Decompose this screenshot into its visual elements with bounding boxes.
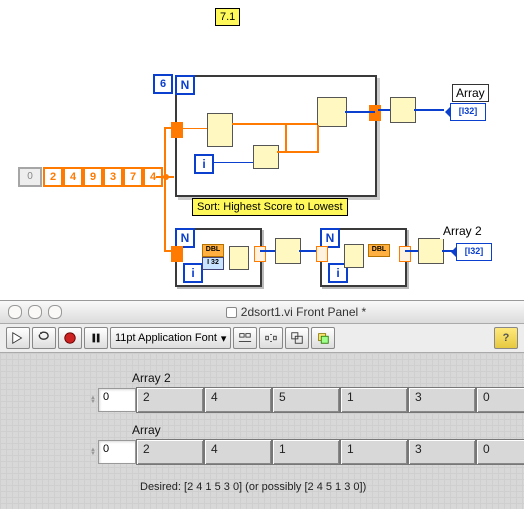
array2-index-input[interactable]: 0 [98,388,136,412]
array2-cell-5[interactable]: 0 [476,387,524,413]
array2-indicator-terminal: [I32] [456,243,492,261]
n-terminal-3: N [320,228,340,248]
convert-node [418,238,444,264]
run-continuous-icon [37,331,51,345]
array-label: Array [130,423,524,437]
i-terminal-2: i [183,263,203,283]
tunnel-l2-out [399,246,411,262]
reorder-icon [316,331,330,345]
array-control[interactable]: Array ▲▼ 0 2 4 1 1 3 0 [90,423,524,465]
toolbar: 11pt Application Font ▾ ? [0,324,524,353]
window-titlebar: 2dsort1.vi Front Panel * [0,301,524,324]
resize-icon [290,331,304,345]
run-button[interactable] [6,327,30,349]
reorder-button[interactable] [311,327,335,349]
abort-icon [63,331,77,345]
tunnel-l2 [316,246,328,262]
array-index-stepper[interactable]: ▲▼ [90,448,96,456]
version-label: 7.1 [215,8,240,26]
vi-dirty-icon [226,307,237,318]
desired-output-label: Desired: [2 4 1 5 3 0] (or possibly [2 4… [140,481,366,493]
array2-control[interactable]: Array 2 ▲▼ 0 2 4 5 1 3 0 0 [90,371,524,413]
n-terminal: N [175,75,195,95]
array-cell-5[interactable]: 0 [476,439,524,465]
build-array-node [253,145,279,169]
pause-button[interactable] [84,327,108,349]
run-continuous-button[interactable] [32,327,56,349]
i-terminal: i [194,154,214,174]
distribute-icon [264,331,278,345]
unbundle-node [344,244,364,268]
array-indicator-label: Array [452,84,489,102]
sort-1d-array-node [390,97,416,123]
dbl-cast-icon-2: DBL [368,244,390,257]
bundle-node-2 [229,246,249,270]
front-panel-window: 2dsort1.vi Front Panel * 11pt Applicatio… [0,300,524,508]
n-terminal-2: N [175,228,195,248]
sort-label: Sort: Highest Score to Lowest [192,198,348,216]
resize-objects-button[interactable] [285,327,309,349]
auto-index-tunnel-out [369,105,381,121]
help-button[interactable]: ? [494,327,518,349]
cluster-node [317,97,347,127]
abort-button[interactable] [58,327,82,349]
window-title: 2dsort1.vi Front Panel * [68,305,524,319]
window-zoom-button[interactable] [48,305,62,319]
array2-indicator-label: Array 2 [440,223,485,239]
tunnel-l1 [171,246,183,262]
front-panel-area: Array 2 ▲▼ 0 2 4 5 1 3 0 0 Array ▲▼ 0 2 … [0,353,524,509]
run-arrow-icon [11,331,25,345]
constant-array: 0 2 4 9 3 7 4 [18,167,163,187]
array2-index-stepper[interactable]: ▲▼ [90,396,96,404]
font-selector[interactable]: 11pt Application Font ▾ [110,327,231,349]
auto-index-tunnel-in [171,122,183,138]
window-close-button[interactable] [8,305,22,319]
const-cell-2: 9 [83,167,103,187]
array-cell-2[interactable]: 1 [272,439,340,465]
for-loop-main: N i [175,75,377,197]
pause-icon [89,331,103,345]
window-minimize-button[interactable] [28,305,42,319]
i32-cast-icon: I 32 [202,257,224,270]
array2-cell-4[interactable]: 3 [408,387,476,413]
array-cell-1[interactable]: 4 [204,439,272,465]
for-loop-left: N i DBL I 32 [175,228,262,287]
array-cell-0[interactable]: 2 [136,439,204,465]
const-cell-4: 7 [123,167,143,187]
numeric-constant-6: 6 [153,74,173,94]
array-cell-4[interactable]: 3 [408,439,476,465]
array-indicator-terminal: [I32] [450,103,486,121]
array2-label: Array 2 [130,371,524,385]
array2-cell-3[interactable]: 1 [340,387,408,413]
array2-cell-1[interactable]: 4 [204,387,272,413]
dbl-cast-icon: DBL [202,244,224,257]
array2-cell-2[interactable]: 5 [272,387,340,413]
distribute-objects-button[interactable] [259,327,283,349]
array2-cell-0[interactable]: 2 [136,387,204,413]
array-index-input[interactable]: 0 [98,440,136,464]
bundle-node [207,113,233,147]
constant-array-index: 0 [18,167,42,187]
align-objects-button[interactable] [233,327,257,349]
const-cell-0: 2 [43,167,63,187]
const-cell-3: 3 [103,167,123,187]
tunnel-l1-out [254,246,266,262]
const-cell-1: 4 [63,167,83,187]
sort-node-2 [275,238,301,264]
array-cell-3[interactable]: 1 [340,439,408,465]
align-icon [238,331,252,345]
chevron-down-icon: ▾ [221,332,227,345]
for-loop-right: N i DBL [320,228,407,287]
